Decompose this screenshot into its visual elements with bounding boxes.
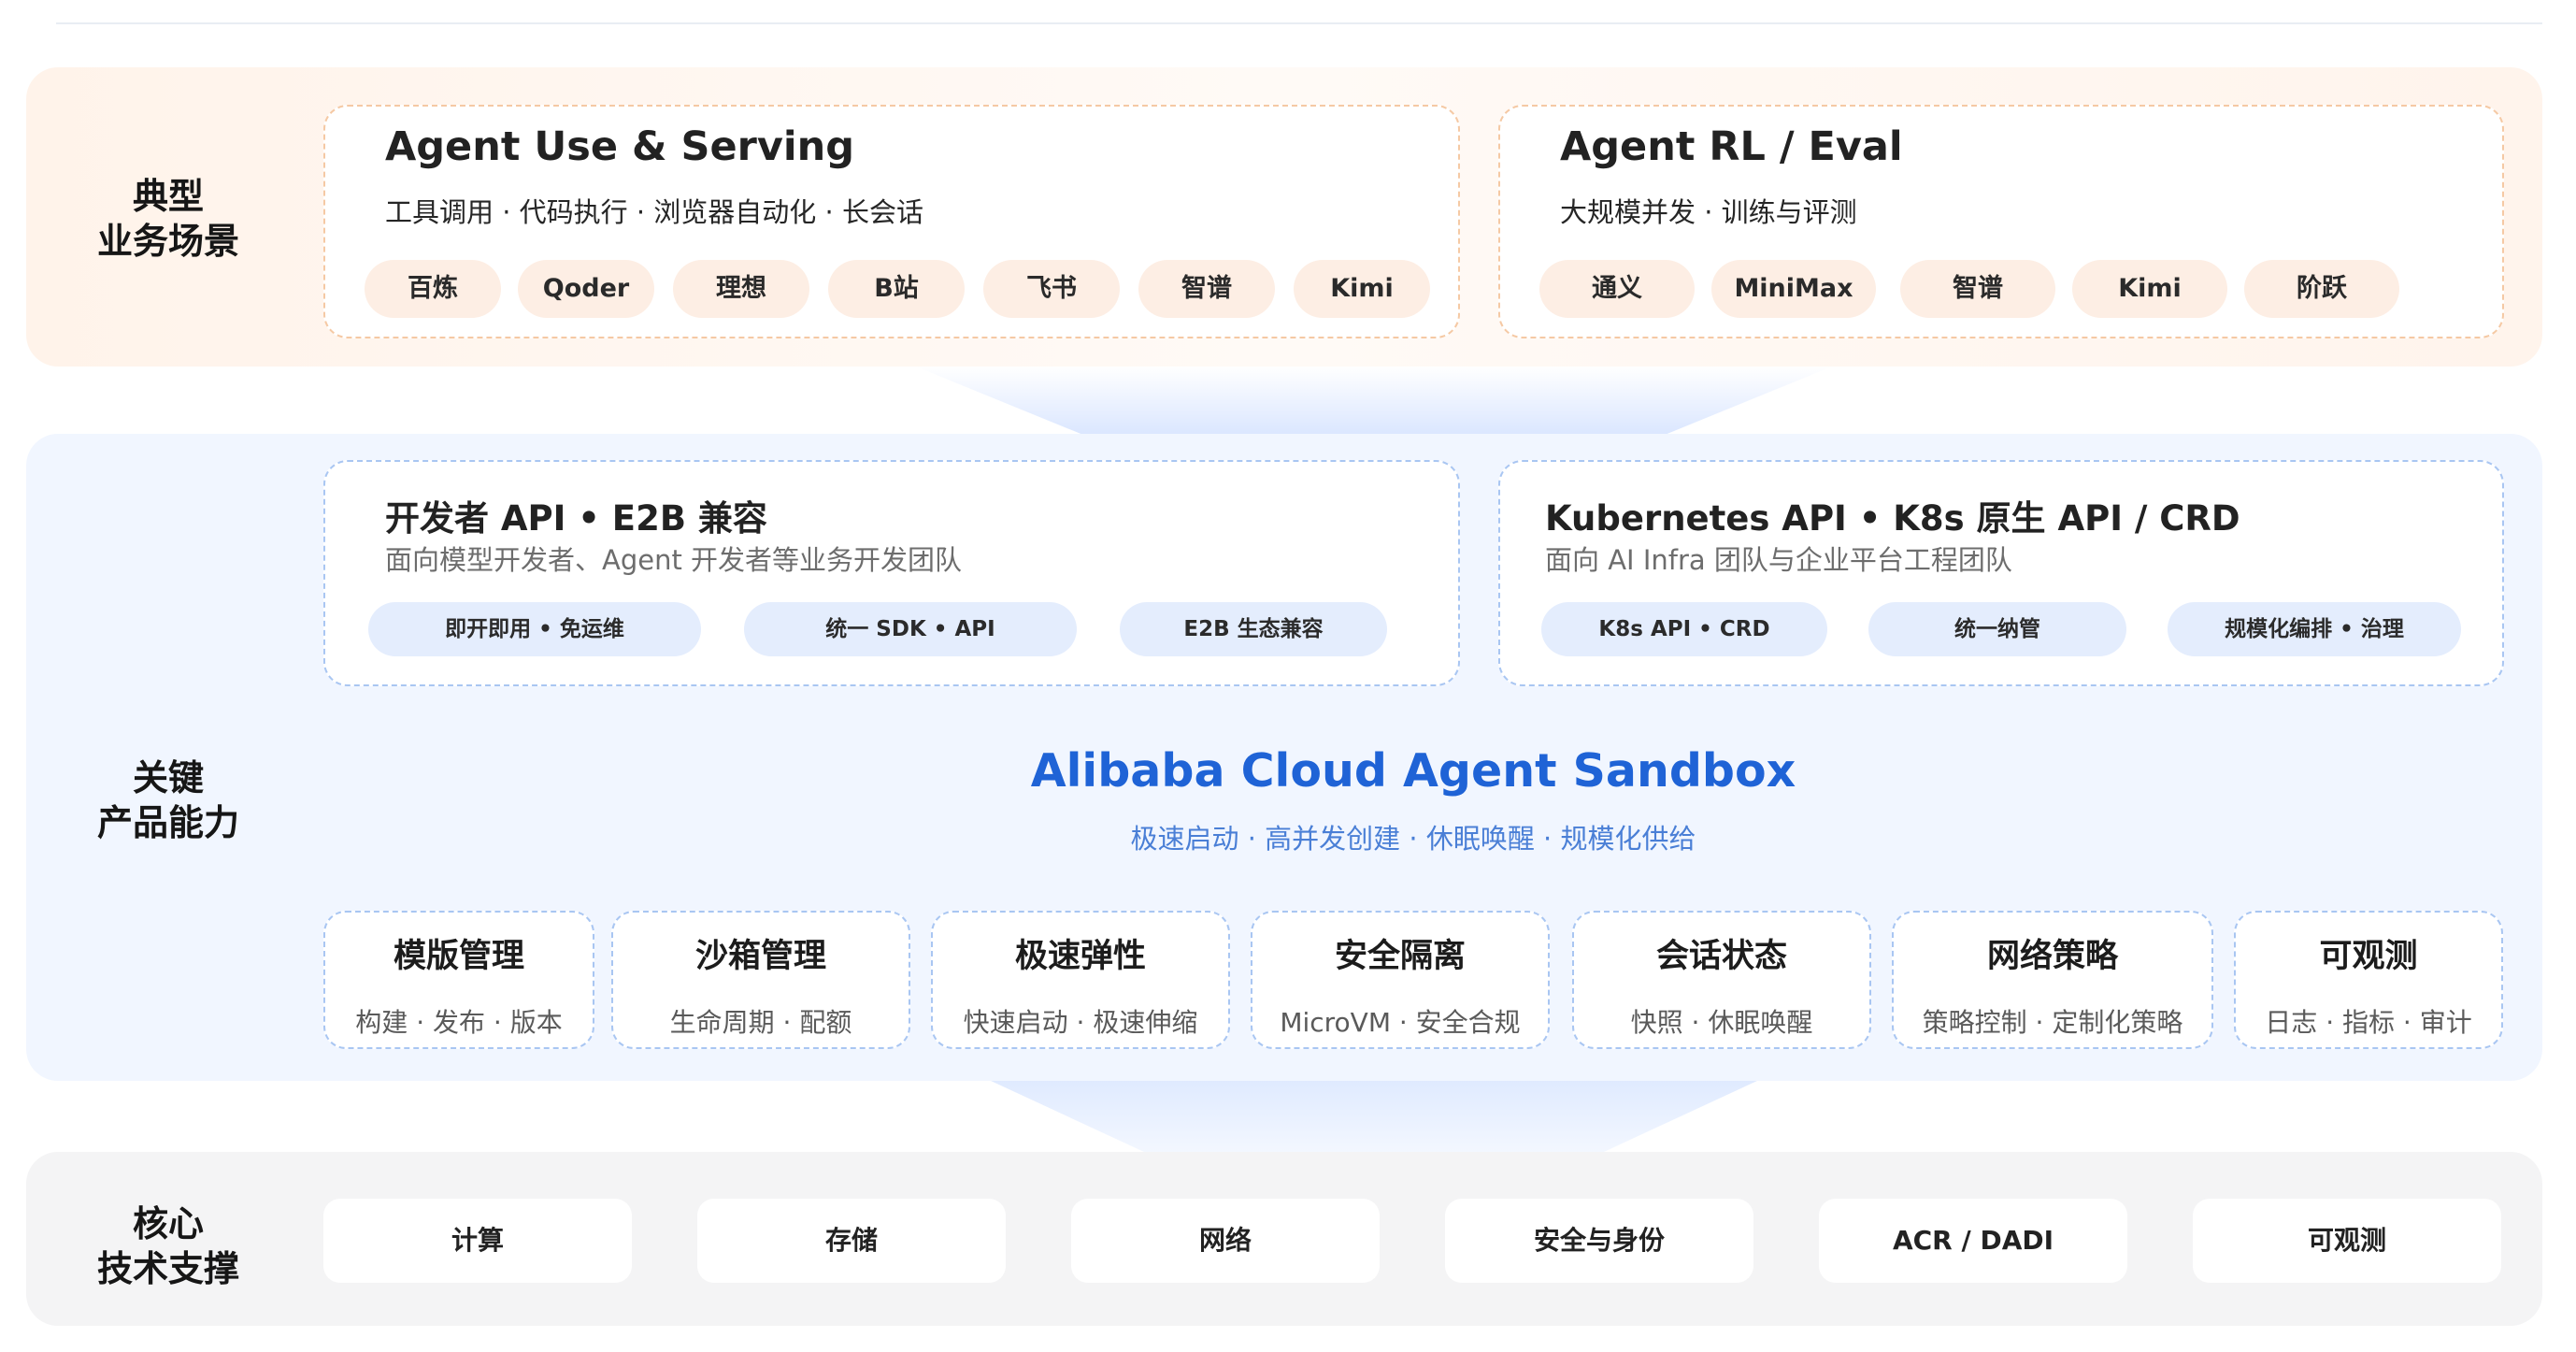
- card-title: 开发者 API • E2B 兼容: [385, 498, 767, 539]
- row-label-products: 关键 产品能力: [56, 755, 280, 845]
- customer-pill: Kimi: [1294, 260, 1430, 318]
- row-label-line: 关键: [132, 757, 204, 798]
- customer-pill: MiniMax: [1711, 260, 1876, 318]
- feature-pill: 统一纳管: [1868, 602, 2126, 656]
- card-title: Agent RL / Eval: [1560, 123, 1903, 170]
- card-subtitle: 工具调用 · 代码执行 · 浏览器自动化 · 长会话: [385, 196, 923, 228]
- card-subtitle: 大规模并发 · 训练与评测: [1560, 196, 1857, 228]
- row-label-line: 技术支撑: [96, 1248, 239, 1289]
- connector-funnel-upper: [916, 367, 1832, 434]
- capability-title: 极速弹性: [1014, 938, 1146, 975]
- capability-title: 沙箱管理: [694, 938, 826, 975]
- capability-box: 可观测 日志 · 指标 · 审计: [2234, 911, 2503, 1049]
- capability-box: 沙箱管理 生命周期 · 配额: [611, 911, 910, 1049]
- card-subtitle: 面向模型开发者、Agent 开发者等业务开发团队: [385, 544, 963, 576]
- card-title: Kubernetes API • K8s 原生 API / CRD: [1545, 498, 2240, 539]
- capability-box: 极速弹性 快速启动 · 极速伸缩: [931, 911, 1230, 1049]
- capability-desc: 日志 · 指标 · 审计: [2265, 1007, 2472, 1038]
- customer-pill: 飞书: [983, 260, 1120, 318]
- row-label-line: 业务场景: [96, 221, 239, 262]
- customer-pill: 理想: [673, 260, 809, 318]
- capability-desc: 快照 · 休眠唤醒: [1630, 1007, 1813, 1038]
- card-subtitle: 面向 AI Infra 团队与企业平台工程团队: [1545, 544, 2012, 576]
- core-tech-item: 网络: [1071, 1199, 1380, 1283]
- core-tech-item: 计算: [323, 1199, 632, 1283]
- capability-title: 会话状态: [1655, 938, 1787, 975]
- customer-pill: Kimi: [2072, 260, 2227, 318]
- api-card-kubernetes: Kubernetes API • K8s 原生 API / CRD 面向 AI …: [1498, 460, 2504, 686]
- row-label-line: 典型: [132, 176, 204, 217]
- row-label-line: 产品能力: [96, 802, 239, 843]
- core-tech-item: 安全与身份: [1445, 1199, 1753, 1283]
- feature-pill: E2B 生态兼容: [1120, 602, 1387, 656]
- capability-title: 安全隔离: [1334, 938, 1466, 975]
- customer-pill: B站: [828, 260, 965, 318]
- product-name: Alibaba Cloud Agent Sandbox: [1030, 744, 1796, 798]
- core-tech-item: 存储: [697, 1199, 1006, 1283]
- scenario-card-use-serving: Agent Use & Serving 工具调用 · 代码执行 · 浏览器自动化…: [323, 105, 1460, 338]
- capability-box: 安全隔离 MicroVM · 安全合规: [1251, 911, 1550, 1049]
- capability-box: 网络策略 策略控制 · 定制化策略: [1892, 911, 2213, 1049]
- capability-desc: 生命周期 · 配额: [669, 1007, 852, 1038]
- capability-desc: 构建 · 发布 · 版本: [355, 1007, 563, 1038]
- feature-pill: 规模化编排 • 治理: [2168, 602, 2461, 656]
- capability-desc: 快速启动 · 极速伸缩: [963, 1007, 1198, 1038]
- capability-title: 可观测: [2319, 938, 2418, 975]
- product-tagline: 极速启动 · 高并发创建 · 休眠唤醒 · 规模化供给: [1130, 823, 1696, 855]
- row-label-scenarios: 典型 业务场景: [56, 174, 280, 264]
- customer-pill: 通义: [1539, 260, 1695, 318]
- capability-title: 网络策略: [1986, 938, 2118, 975]
- customer-pill: 百炼: [365, 260, 501, 318]
- top-divider: [56, 22, 2542, 24]
- feature-pill: 统一 SDK • API: [744, 602, 1077, 656]
- customer-pill: Qoder: [518, 260, 654, 318]
- api-card-developer: 开发者 API • E2B 兼容 面向模型开发者、Agent 开发者等业务开发团…: [323, 460, 1460, 686]
- core-tech-item: 可观测: [2193, 1199, 2501, 1283]
- customer-pill: 智谱: [1900, 260, 2055, 318]
- capability-box: 会话状态 快照 · 休眠唤醒: [1572, 911, 1871, 1049]
- customer-pill: 智谱: [1138, 260, 1275, 318]
- scenario-card-rl-eval: Agent RL / Eval 大规模并发 · 训练与评测 通义 MiniMax…: [1498, 105, 2504, 338]
- customer-pill: 阶跃: [2244, 260, 2399, 318]
- row-label-core: 核心 技术支撑: [56, 1201, 280, 1291]
- core-tech-item: ACR / DADI: [1819, 1199, 2127, 1283]
- capability-desc: MicroVM · 安全合规: [1280, 1007, 1521, 1038]
- feature-pill: K8s API • CRD: [1541, 602, 1827, 656]
- card-title: Agent Use & Serving: [385, 123, 854, 170]
- feature-pill: 即开即用 • 免运维: [368, 602, 701, 656]
- connector-funnel-lower: [991, 1081, 1757, 1152]
- row-label-line: 核心: [132, 1203, 204, 1244]
- capability-title: 模版管理: [393, 938, 524, 975]
- capability-box: 模版管理 构建 · 发布 · 版本: [323, 911, 594, 1049]
- capability-desc: 策略控制 · 定制化策略: [1922, 1007, 2183, 1038]
